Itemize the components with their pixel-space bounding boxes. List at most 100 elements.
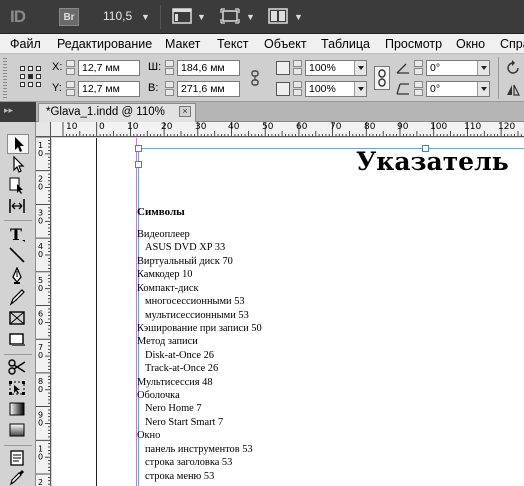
menu-object[interactable]: Объект (264, 37, 307, 51)
frame-handle-top-left[interactable] (135, 145, 142, 152)
flip-horizontal-icon[interactable] (505, 82, 521, 98)
direct-selection-tool[interactable] (7, 155, 29, 175)
arrange-documents-dropdown-icon[interactable]: ▼ (294, 12, 303, 22)
ruler-label: 20 (38, 175, 43, 192)
control-panel: X: 12,7 мм Y: 12,7 мм Ш: 184,6 мм В: 271… (0, 54, 524, 102)
separator (4, 354, 32, 355)
index-entry: Мультисессия 48 (137, 376, 213, 388)
shear-dropdown-icon[interactable] (477, 82, 489, 96)
type-tool[interactable]: T (7, 224, 29, 244)
gap-tool[interactable] (7, 197, 29, 217)
rotate-clockwise-icon[interactable] (505, 60, 521, 76)
scale-x-dropdown-icon[interactable] (354, 61, 366, 75)
y-field[interactable]: 12,7 мм (78, 81, 140, 97)
ruler-label: 20 (38, 478, 43, 486)
selection-tool[interactable] (7, 134, 29, 154)
menu-edit[interactable]: Редактирование (57, 37, 152, 51)
pencil-tool[interactable] (7, 288, 29, 308)
zoom-dropdown-icon[interactable]: ▼ (141, 12, 150, 22)
menu-layout[interactable]: Макет (165, 37, 200, 51)
page-tool[interactable] (7, 176, 29, 196)
height-stepper[interactable] (165, 81, 174, 97)
document-canvas[interactable]: Указатель Символы Видеоплеер ASUS DVD XP… (52, 138, 524, 486)
rotation-angle-icon (396, 63, 409, 74)
menu-window[interactable]: Окно (456, 37, 485, 51)
index-subentry: строка меню 53 (145, 470, 215, 482)
pen-tool-icon (12, 266, 22, 284)
menu-help[interactable]: Спра (500, 37, 524, 51)
shear-angle-icon (396, 83, 409, 95)
ruler-label: 50 (38, 276, 43, 293)
shear-field[interactable]: 0° (426, 81, 490, 97)
document-tab[interactable]: *Glava_1.indd @ 110% (38, 103, 196, 122)
height-field[interactable]: 271,6 мм (177, 81, 240, 97)
free-transform-tool[interactable] (7, 379, 29, 399)
note-tool[interactable] (7, 449, 29, 469)
scissors-tool[interactable] (7, 358, 29, 378)
ruler-label: 40 (228, 122, 240, 132)
index-subentry: Nero Home 7 (145, 403, 202, 415)
width-stepper[interactable] (165, 60, 174, 76)
scale-y-stepper[interactable] (293, 81, 302, 97)
line-tool-icon (9, 247, 25, 263)
rectangle-frame-tool[interactable] (7, 309, 29, 329)
separator (160, 5, 161, 29)
menu-view[interactable]: Просмотр (385, 37, 442, 51)
pencil-tool-icon (9, 289, 25, 306)
scale-x-stepper[interactable] (293, 60, 302, 76)
index-subentry: ASUS DVD XP 33 (145, 242, 226, 254)
separator (498, 57, 499, 99)
screen-mode-dropdown-icon[interactable]: ▼ (246, 12, 255, 22)
constrain-proportions-icon[interactable] (247, 69, 263, 87)
menu-file[interactable]: Файл (10, 37, 41, 51)
scale-x-icon (276, 61, 290, 75)
document-tab-bar: ▸▸ *Glava_1.indd @ 110% × (0, 102, 524, 122)
collapse-panels-icon[interactable]: ▸▸ (0, 102, 36, 122)
tools-panel: T (0, 122, 36, 486)
eyedropper-tool[interactable] (7, 468, 29, 486)
index-entry: Камкодер 10 (137, 269, 193, 281)
pen-tool[interactable] (7, 266, 29, 287)
ruler-label: 70 (330, 122, 342, 132)
gradient-feather-tool[interactable] (7, 421, 29, 441)
index-text[interactable]: Символы Видеоплеер ASUS DVD XP 33 Виртуа… (137, 206, 262, 483)
selection-arrow-icon (15, 137, 24, 152)
rectangle-tool[interactable] (7, 330, 29, 350)
scale-y-dropdown-icon[interactable] (354, 82, 366, 96)
ruler-label: 20 (161, 122, 173, 132)
rotation-dropdown-icon[interactable] (477, 61, 489, 75)
view-options-dropdown-icon[interactable]: ▼ (197, 12, 206, 22)
ruler-origin[interactable] (36, 122, 51, 137)
y-stepper[interactable] (66, 81, 75, 97)
ruler-ticks: 10 20 30 40 50 60 70 80 90 10 20 (36, 137, 50, 486)
ruler-label: 10 (66, 122, 78, 132)
index-subentry: панель инструментов 53 (145, 443, 253, 455)
separator (4, 220, 32, 221)
close-document-icon[interactable]: × (179, 106, 191, 117)
width-field[interactable]: 184,6 мм (177, 60, 240, 76)
x-stepper[interactable] (66, 60, 75, 76)
arrange-documents-icon[interactable] (268, 8, 288, 24)
screen-mode-icon[interactable] (220, 8, 240, 24)
rotation-field[interactable]: 0° (426, 60, 490, 76)
view-options-icon[interactable] (172, 8, 192, 24)
reference-point-selector[interactable] (20, 66, 42, 88)
page-heading[interactable]: Указатель (356, 147, 509, 176)
menu-bar: Файл Редактирование Макет Текст Объект Т… (0, 34, 524, 54)
zoom-level-field[interactable]: 110,5 (103, 9, 132, 23)
horizontal-ruler[interactable]: 10 0 10 20 30 40 50 60 70 80 90 100 110 … (36, 122, 524, 137)
link-scale-icon[interactable] (374, 66, 390, 90)
scale-y-field[interactable]: 100% (305, 81, 367, 97)
vertical-ruler[interactable]: 10 20 30 40 50 60 70 80 90 10 20 (36, 137, 51, 486)
x-field[interactable]: 12,7 мм (78, 60, 140, 76)
gradient-swatch-tool[interactable] (7, 400, 29, 420)
menu-table[interactable]: Таблица (321, 37, 370, 51)
bridge-button[interactable]: Br (59, 8, 79, 26)
rotation-stepper[interactable] (414, 60, 423, 76)
scale-x-field[interactable]: 100% (305, 60, 367, 76)
panel-grip[interactable] (3, 58, 7, 98)
menu-type[interactable]: Текст (217, 37, 248, 51)
shear-stepper[interactable] (414, 81, 423, 97)
frame-handle-in-port[interactable] (135, 161, 142, 168)
line-tool[interactable] (7, 246, 29, 266)
